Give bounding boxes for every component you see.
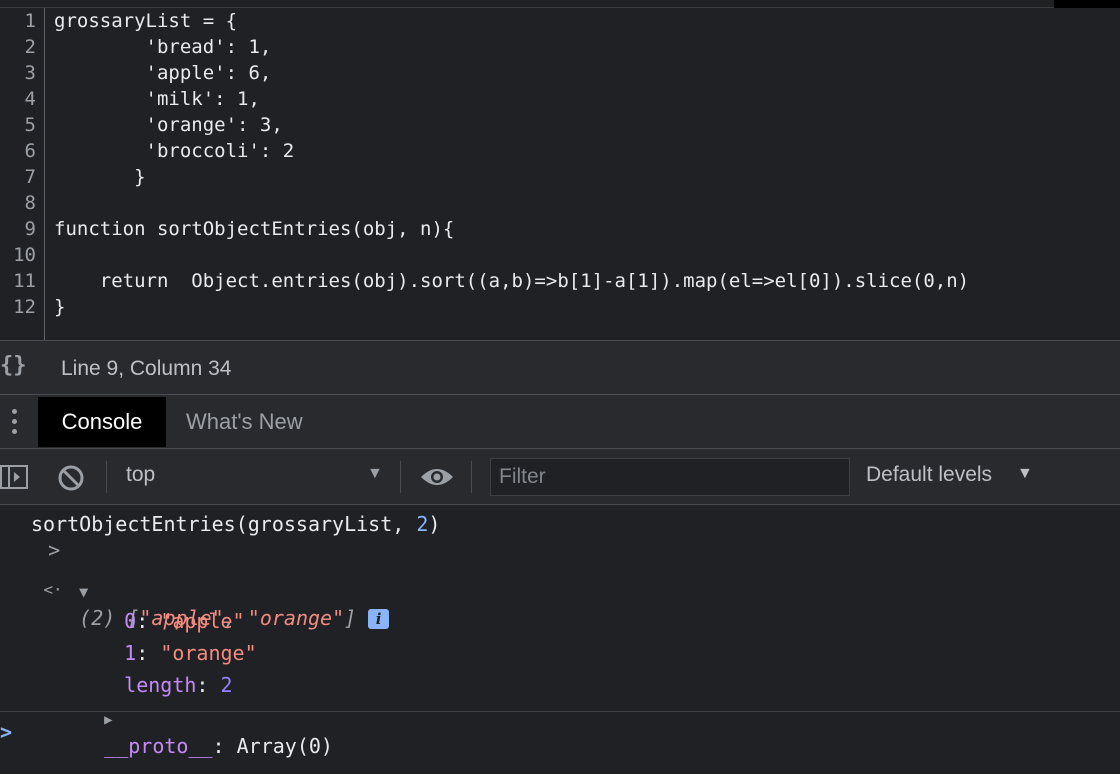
code-line[interactable]: function sortObjectEntries(obj, n){ — [54, 216, 454, 242]
code-line[interactable]: 'bread': 1, — [54, 34, 272, 60]
line-number: 8 — [24, 192, 36, 214]
filter-box — [490, 458, 850, 496]
code-line[interactable]: 'broccoli': 2 — [54, 138, 295, 164]
code-line[interactable]: 'milk': 1, — [54, 86, 260, 112]
input-function-call: sortObjectEntries(grossaryList, — [31, 512, 417, 536]
expand-arrow-icon[interactable]: ▶ — [104, 712, 112, 728]
editor-status-bar: {} Line 9, Column 34 — [0, 340, 1120, 395]
array-entry: 1: "orange" — [124, 641, 257, 665]
top-strip — [0, 0, 1120, 8]
console-prompt-icon[interactable]: > — [0, 719, 12, 745]
output-divider — [0, 711, 1120, 712]
input-argument: 2 — [416, 512, 429, 536]
pretty-print-icon[interactable]: {} — [0, 353, 27, 378]
line-number: 5 — [24, 114, 36, 136]
line-number: 6 — [24, 140, 36, 162]
proto-key: __proto__ — [104, 734, 213, 758]
log-levels-dropdown[interactable]: Default levels — [866, 463, 992, 487]
input-expression: sortObjectEntries(grossaryList, 2) — [31, 511, 440, 537]
top-tab-block — [1054, 0, 1120, 8]
toolbar-divider — [106, 461, 107, 493]
kebab-menu-icon[interactable] — [6, 409, 22, 437]
array-entry: 0: "apple" — [124, 609, 245, 633]
drawer-tab-bar: Console What's New — [0, 395, 1120, 449]
line-number: 4 — [24, 88, 36, 110]
result-item: "orange" — [247, 606, 345, 630]
line-number: 2 — [24, 36, 36, 58]
code-line[interactable]: grossaryList = { — [54, 8, 237, 34]
array-length: length: 2 — [124, 673, 233, 697]
toolbar-divider — [471, 461, 472, 493]
line-number: 10 — [13, 244, 36, 266]
line-number: 11 — [13, 270, 36, 292]
line-number-gutter: 1 2 3 4 5 6 7 8 9 10 11 12 — [0, 8, 45, 340]
eye-icon[interactable] — [419, 465, 455, 489]
input-close-paren: ) — [428, 512, 441, 536]
code-line[interactable]: 'orange': 3, — [54, 112, 283, 138]
console-input-line: > sortObjectEntries(grossaryList, 2) — [0, 511, 440, 562]
result-close-bracket: ] — [344, 606, 357, 630]
line-number: 1 — [24, 10, 36, 32]
code-line[interactable]: } — [54, 294, 65, 320]
code-line[interactable]: } — [54, 164, 145, 190]
line-number: 12 — [13, 296, 36, 318]
chevron-down-icon[interactable]: ▼ — [1017, 465, 1033, 483]
result-summary[interactable]: ▼ (2) ["apple", "orange"] i — [31, 551, 390, 630]
code-line[interactable]: return Object.entries(obj).sort((a,b)=>b… — [54, 268, 969, 294]
code-line[interactable]: 'apple': 6, — [54, 60, 272, 86]
tab-console[interactable]: Console — [38, 397, 166, 447]
console-output[interactable]: > sortObjectEntries(grossaryList, 2) <· … — [0, 505, 1120, 774]
proto-entry[interactable]: ▶ __proto__: Array(0) — [56, 678, 333, 758]
console-toolbar: top ▼ Default levels ▼ — [0, 449, 1120, 505]
tab-whats-new[interactable]: What's New — [186, 397, 303, 447]
show-sidebar-icon[interactable] — [0, 462, 30, 492]
code-editor[interactable]: 1 2 3 4 5 6 7 8 9 10 11 12 grossaryList … — [0, 8, 1120, 340]
context-selector[interactable]: top — [126, 463, 155, 487]
line-number: 3 — [24, 62, 36, 84]
line-number: 9 — [24, 218, 36, 240]
chevron-down-icon[interactable]: ▼ — [367, 465, 383, 483]
filter-input[interactable] — [491, 459, 849, 495]
proto-value: Array(0) — [236, 734, 333, 758]
info-icon[interactable]: i — [368, 609, 390, 629]
line-number: 7 — [24, 166, 36, 188]
toolbar-divider — [400, 461, 401, 493]
clear-console-icon[interactable] — [56, 463, 86, 493]
cursor-position: Line 9, Column 34 — [61, 357, 232, 380]
